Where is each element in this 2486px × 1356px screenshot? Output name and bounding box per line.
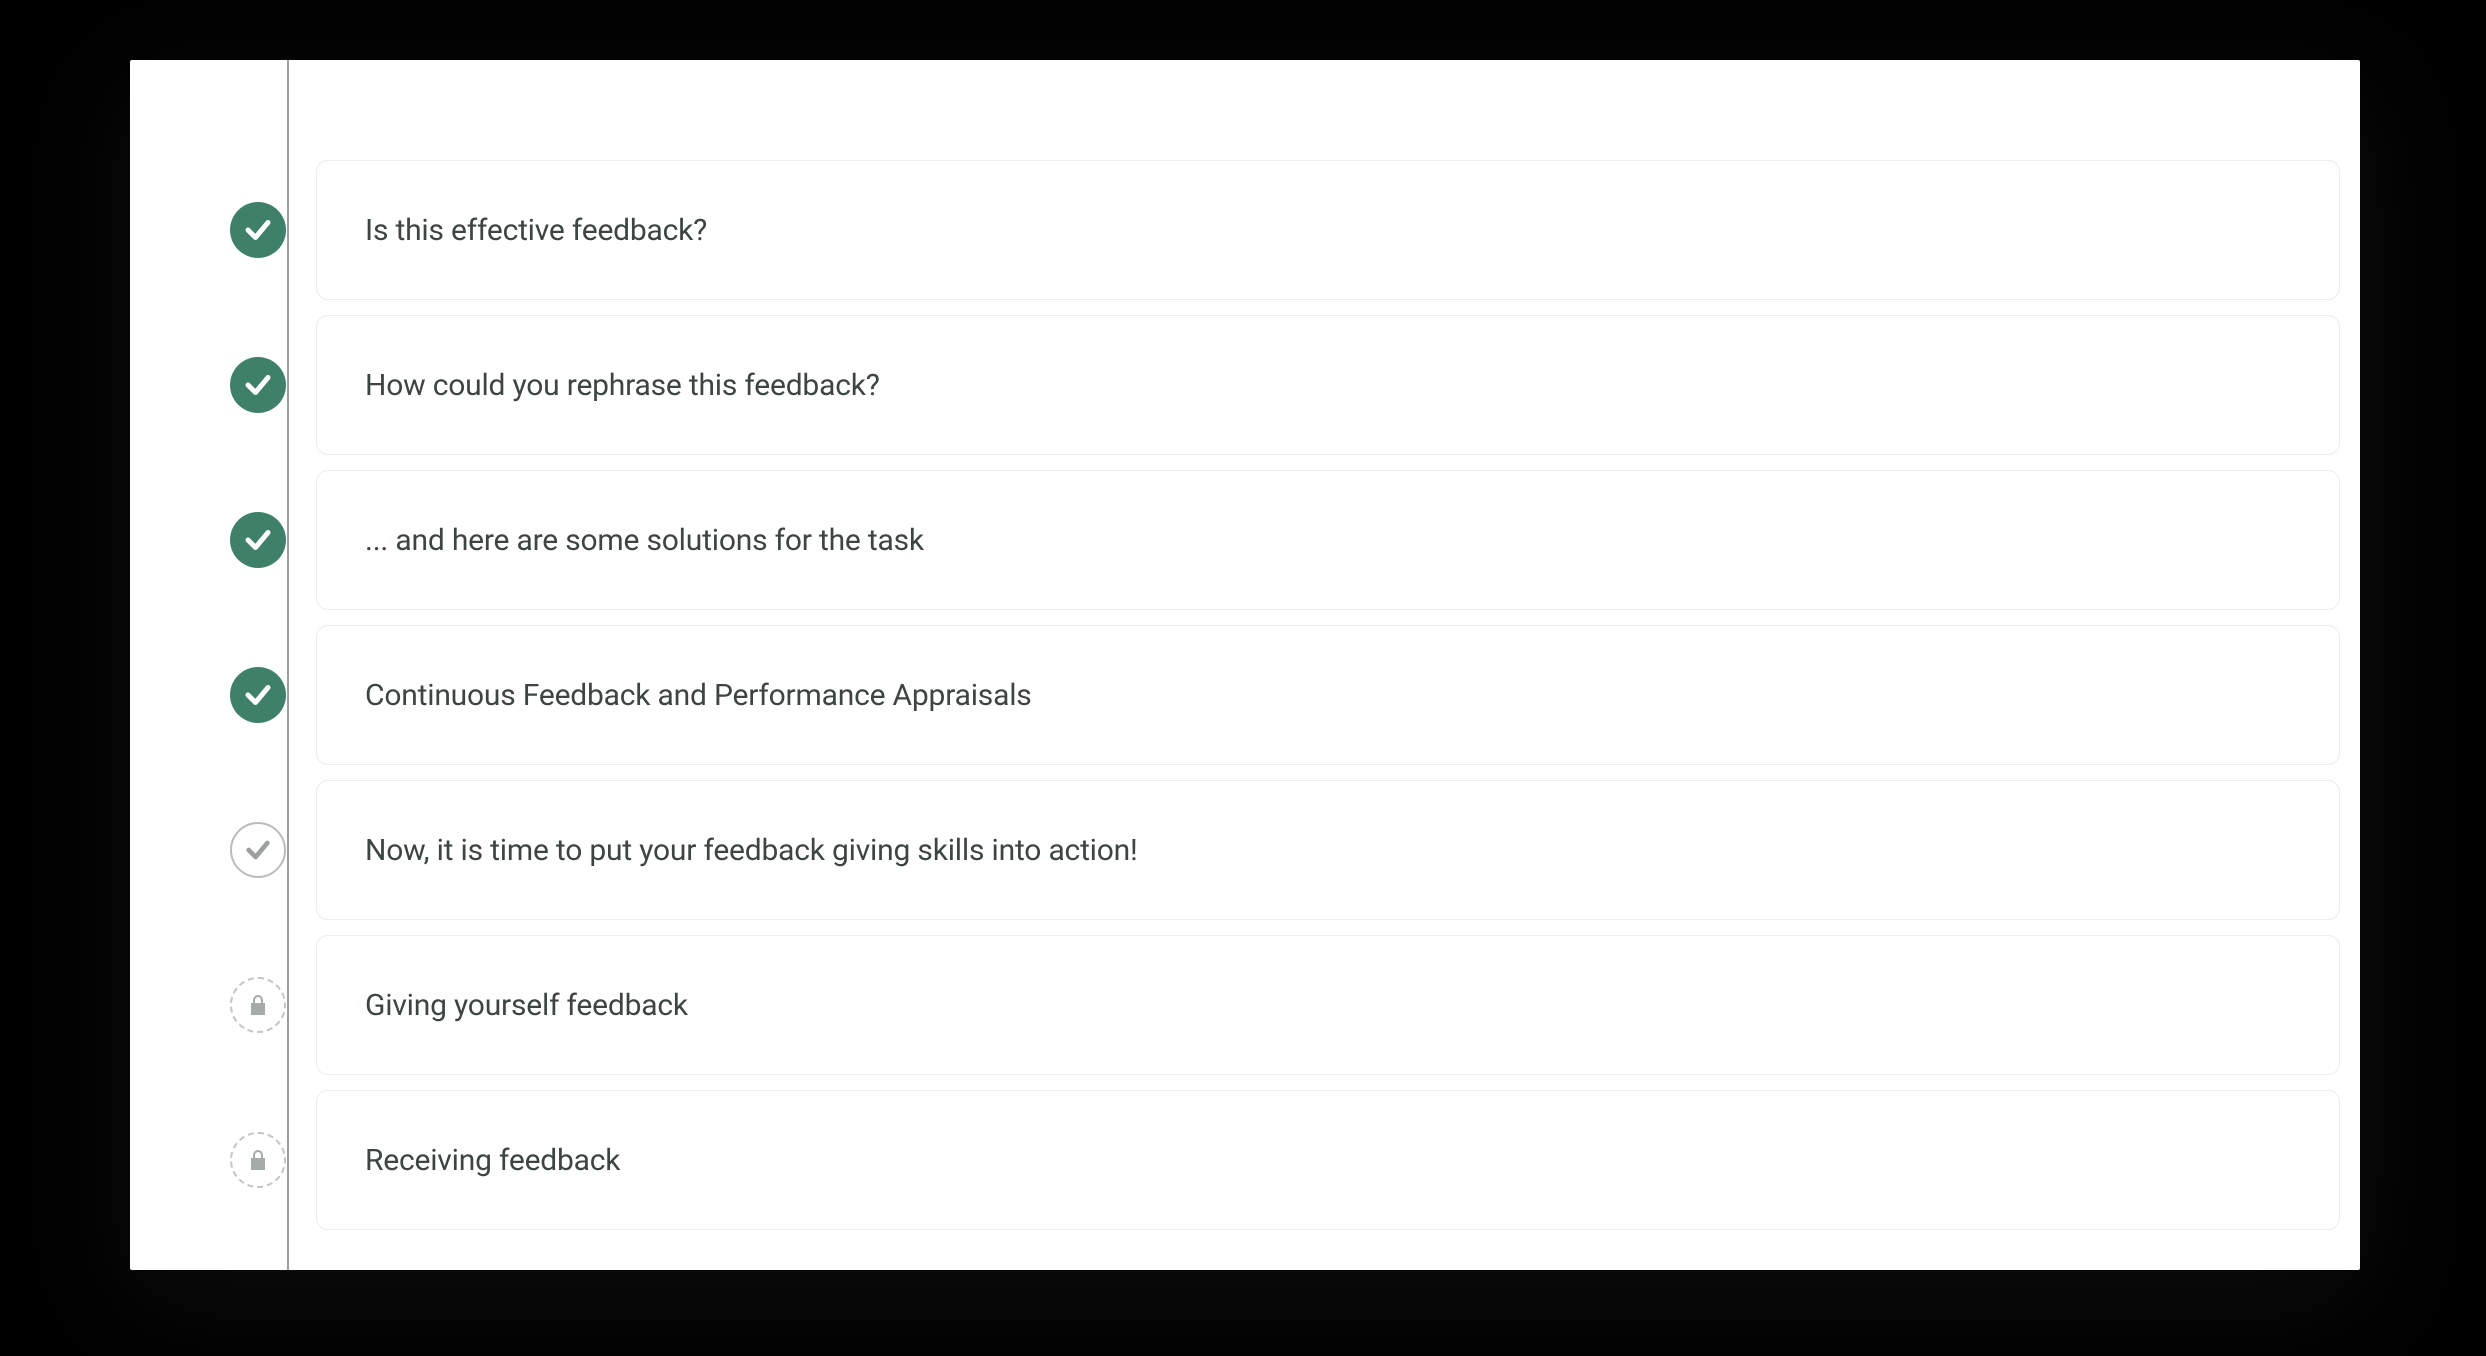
lesson-row: Receiving feedback [190,1090,2340,1230]
lesson-list: Is this effective feedback? How could yo… [190,100,2340,1230]
lesson-item[interactable]: Continuous Feedback and Performance Appr… [316,625,2340,765]
lock-icon [230,1132,286,1188]
lesson-row: Now, it is time to put your feedback giv… [190,780,2340,920]
lock-icon [230,977,286,1033]
lesson-title: Receiving feedback [365,1143,620,1178]
lesson-item[interactable]: Is this effective feedback? [316,160,2340,300]
lesson-row: Continuous Feedback and Performance Appr… [190,625,2340,765]
check-icon [230,667,286,723]
lesson-item[interactable]: ... and here are some solutions for the … [316,470,2340,610]
lesson-title: Is this effective feedback? [365,213,707,248]
lesson-row: How could you rephrase this feedback? [190,315,2340,455]
lesson-title: Now, it is time to put your feedback giv… [365,833,1138,868]
lesson-item[interactable]: Receiving feedback [316,1090,2340,1230]
check-icon [230,512,286,568]
course-progress-panel: Is this effective feedback? How could yo… [130,60,2360,1270]
lesson-item[interactable]: How could you rephrase this feedback? [316,315,2340,455]
lesson-title: How could you rephrase this feedback? [365,368,880,403]
lesson-title: Continuous Feedback and Performance Appr… [365,678,1032,713]
lesson-item[interactable]: Giving yourself feedback [316,935,2340,1075]
lesson-row: ... and here are some solutions for the … [190,470,2340,610]
check-icon [230,202,286,258]
lesson-row: Giving yourself feedback [190,935,2340,1075]
lesson-title: ... and here are some solutions for the … [365,523,924,558]
lesson-row: Is this effective feedback? [190,160,2340,300]
check-icon [230,822,286,878]
lesson-title: Giving yourself feedback [365,988,688,1023]
lesson-item[interactable]: Now, it is time to put your feedback giv… [316,780,2340,920]
check-icon [230,357,286,413]
